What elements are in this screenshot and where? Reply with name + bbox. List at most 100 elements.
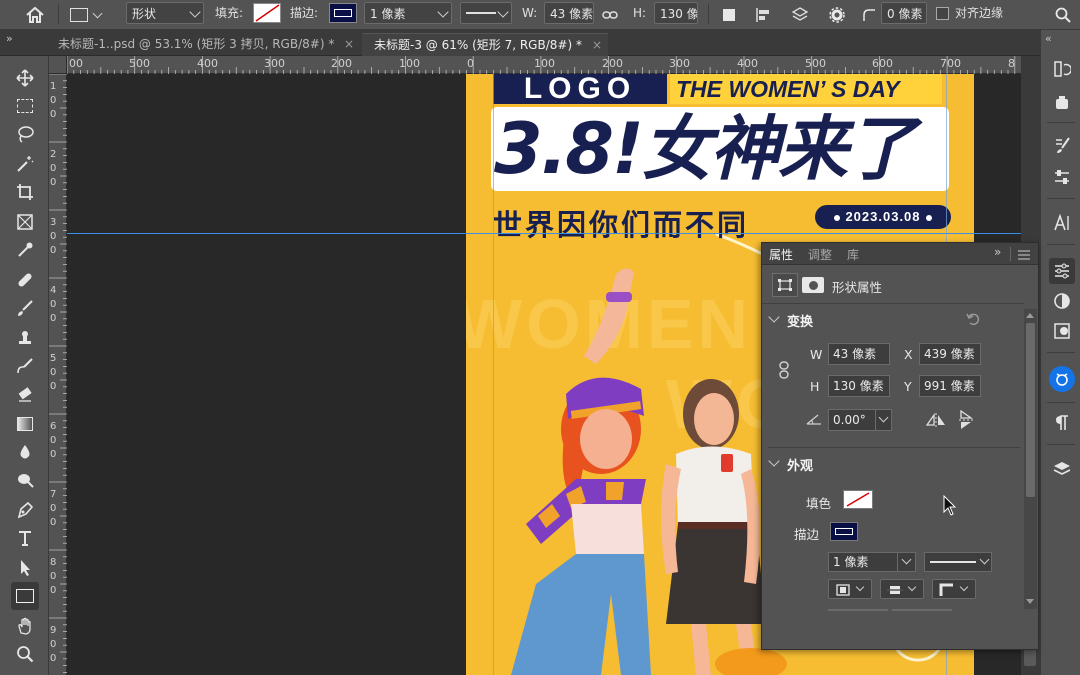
layers-icon[interactable] [1051, 458, 1073, 480]
ruler-origin[interactable] [49, 56, 67, 74]
link-dimensions-icon[interactable] [778, 361, 790, 382]
tab-document-3-label: 未标题-3 @ 61% (矩形 7, RGB/8#) * [374, 38, 582, 52]
magic-wand-tool-icon[interactable] [13, 152, 37, 176]
x-input[interactable]: 439 像素 [919, 343, 981, 365]
y-input[interactable]: 991 像素 [919, 375, 981, 397]
healing-brush-tool-icon[interactable] [13, 268, 37, 292]
horizontal-guide[interactable] [67, 233, 1021, 234]
stroke-color-swatch[interactable] [830, 522, 858, 541]
ruler-label: 500 [805, 57, 826, 70]
chevron-down-icon[interactable] [768, 455, 780, 467]
transform-header[interactable]: 变换 [787, 311, 813, 330]
eyedropper-tool-icon[interactable] [13, 238, 37, 262]
brush-settings-icon[interactable] [1051, 134, 1073, 156]
flip-horizontal-icon[interactable] [925, 412, 946, 431]
collapse-toolbar-icon[interactable]: » [6, 32, 13, 45]
tool-mode-select[interactable]: 形状 [126, 2, 204, 24]
dodge-tool-icon[interactable] [13, 468, 37, 492]
tab-properties[interactable]: 属性 [769, 246, 793, 263]
hand-tool-icon[interactable] [13, 614, 37, 638]
chevron-down-icon[interactable] [768, 311, 780, 323]
reset-transform-icon[interactable] [965, 311, 981, 330]
ruler-label: 200 [331, 57, 352, 70]
h-label: H [810, 379, 820, 394]
collapse-panel-icon[interactable]: » [994, 245, 1001, 259]
stroke-width-select[interactable]: 1 像素 [828, 552, 916, 572]
gear-icon[interactable] [826, 0, 848, 30]
vertical-guide[interactable] [493, 74, 494, 675]
close-icon[interactable]: × [344, 33, 354, 55]
w-input[interactable]: 43 像素 [828, 343, 890, 365]
fill-color-swatch[interactable] [843, 490, 873, 509]
align-edges-checkbox[interactable] [936, 7, 949, 20]
fill-color-label: 填色 [806, 496, 832, 511]
stroke-type-select[interactable] [460, 2, 512, 24]
angle-input[interactable]: 0.00° [828, 409, 892, 431]
panel-scrollbar-thumb[interactable] [1026, 323, 1035, 497]
stroke-corners-select[interactable] [932, 579, 976, 599]
lasso-tool-icon[interactable] [13, 122, 37, 146]
home-icon[interactable] [22, 0, 48, 30]
tab-libraries[interactable]: 库 [847, 246, 859, 263]
tab-document-1[interactable]: 未标题-1..psd @ 53.1% (矩形 3 拷贝, RGB/8#) * × [46, 33, 360, 56]
tab-document-3[interactable]: 未标题-3 @ 61% (矩形 7, RGB/8#) * × [362, 33, 608, 56]
masks-icon[interactable] [1051, 320, 1073, 342]
rectangle-tool-icon[interactable] [11, 582, 39, 610]
height-value: 130 像素 [660, 6, 697, 21]
horizontal-ruler[interactable]: 00 500 400 300 200 100 0 100 200 300 400… [67, 56, 1021, 74]
panel-menu-icon[interactable] [1018, 249, 1030, 260]
properties-icon[interactable] [1049, 258, 1075, 284]
height-input[interactable]: 130 像素 [654, 2, 698, 24]
stroke-style-select[interactable] [924, 552, 992, 572]
paragraph-icon[interactable] [1051, 412, 1073, 434]
collapse-panels-icon[interactable]: « [1045, 32, 1052, 45]
tab-adjustments[interactable]: 调整 [808, 246, 832, 263]
ruler-label: 4 0 0 [50, 285, 57, 324]
shape-properties-icon[interactable] [772, 273, 798, 297]
eraser-tool-icon[interactable] [13, 382, 37, 406]
panel-scrollbar[interactable] [1024, 309, 1037, 609]
close-icon[interactable]: × [592, 34, 602, 56]
flip-vertical-icon[interactable] [958, 409, 974, 433]
mask-properties-icon[interactable] [802, 277, 824, 293]
gradient-tool-icon[interactable] [13, 412, 37, 436]
move-tool-icon[interactable] [13, 66, 37, 90]
marquee-tool-icon[interactable] [13, 94, 37, 118]
path-alignment-icon[interactable] [752, 0, 774, 30]
link-icon[interactable] [600, 0, 620, 30]
stroke-swatch[interactable] [329, 3, 357, 23]
fill-swatch[interactable] [253, 3, 281, 23]
vertical-ruler[interactable]: 1 0 0 2 0 0 3 0 0 4 0 0 5 0 0 6 0 0 7 0 … [49, 74, 67, 675]
shape-tool-preset[interactable] [70, 0, 110, 30]
corner-radius-input[interactable]: 0 像素 [881, 2, 927, 24]
history-icon[interactable] [1051, 58, 1073, 80]
adjust-sliders-icon[interactable] [1051, 166, 1073, 188]
actions-icon[interactable] [1051, 92, 1073, 114]
plugin-icon[interactable] [1049, 366, 1075, 392]
path-arrangement-icon[interactable] [789, 0, 811, 30]
character-icon[interactable] [1051, 212, 1073, 234]
history-brush-tool-icon[interactable] [13, 354, 37, 378]
zoom-tool-icon[interactable] [13, 642, 37, 666]
angle-value: 0.00° [833, 413, 866, 427]
type-tool-icon[interactable] [13, 526, 37, 550]
adjustments-icon[interactable] [1051, 290, 1073, 312]
ruler-label: 5 0 0 [50, 353, 57, 392]
path-selection-tool-icon[interactable] [13, 556, 37, 580]
clone-stamp-tool-icon[interactable] [13, 326, 37, 350]
width-input[interactable]: 43 像素 [544, 2, 594, 24]
stroke-width-value: 1 像素 [833, 555, 869, 569]
brush-tool-icon[interactable] [13, 296, 37, 320]
stroke-width-select[interactable]: 1 像素 [364, 2, 452, 24]
stroke-caps-select[interactable] [880, 579, 924, 599]
stroke-align-select[interactable] [828, 579, 872, 599]
search-icon[interactable] [1053, 0, 1073, 30]
crop-tool-icon[interactable] [13, 180, 37, 204]
frame-tool-icon[interactable] [13, 210, 37, 234]
date-text: 2023.03.08 [845, 209, 921, 224]
pen-tool-icon[interactable] [13, 498, 37, 522]
appearance-header[interactable]: 外观 [787, 455, 813, 474]
path-operations-icon[interactable] [718, 0, 740, 30]
h-input[interactable]: 130 像素 [828, 375, 890, 397]
blur-tool-icon[interactable] [13, 440, 37, 464]
